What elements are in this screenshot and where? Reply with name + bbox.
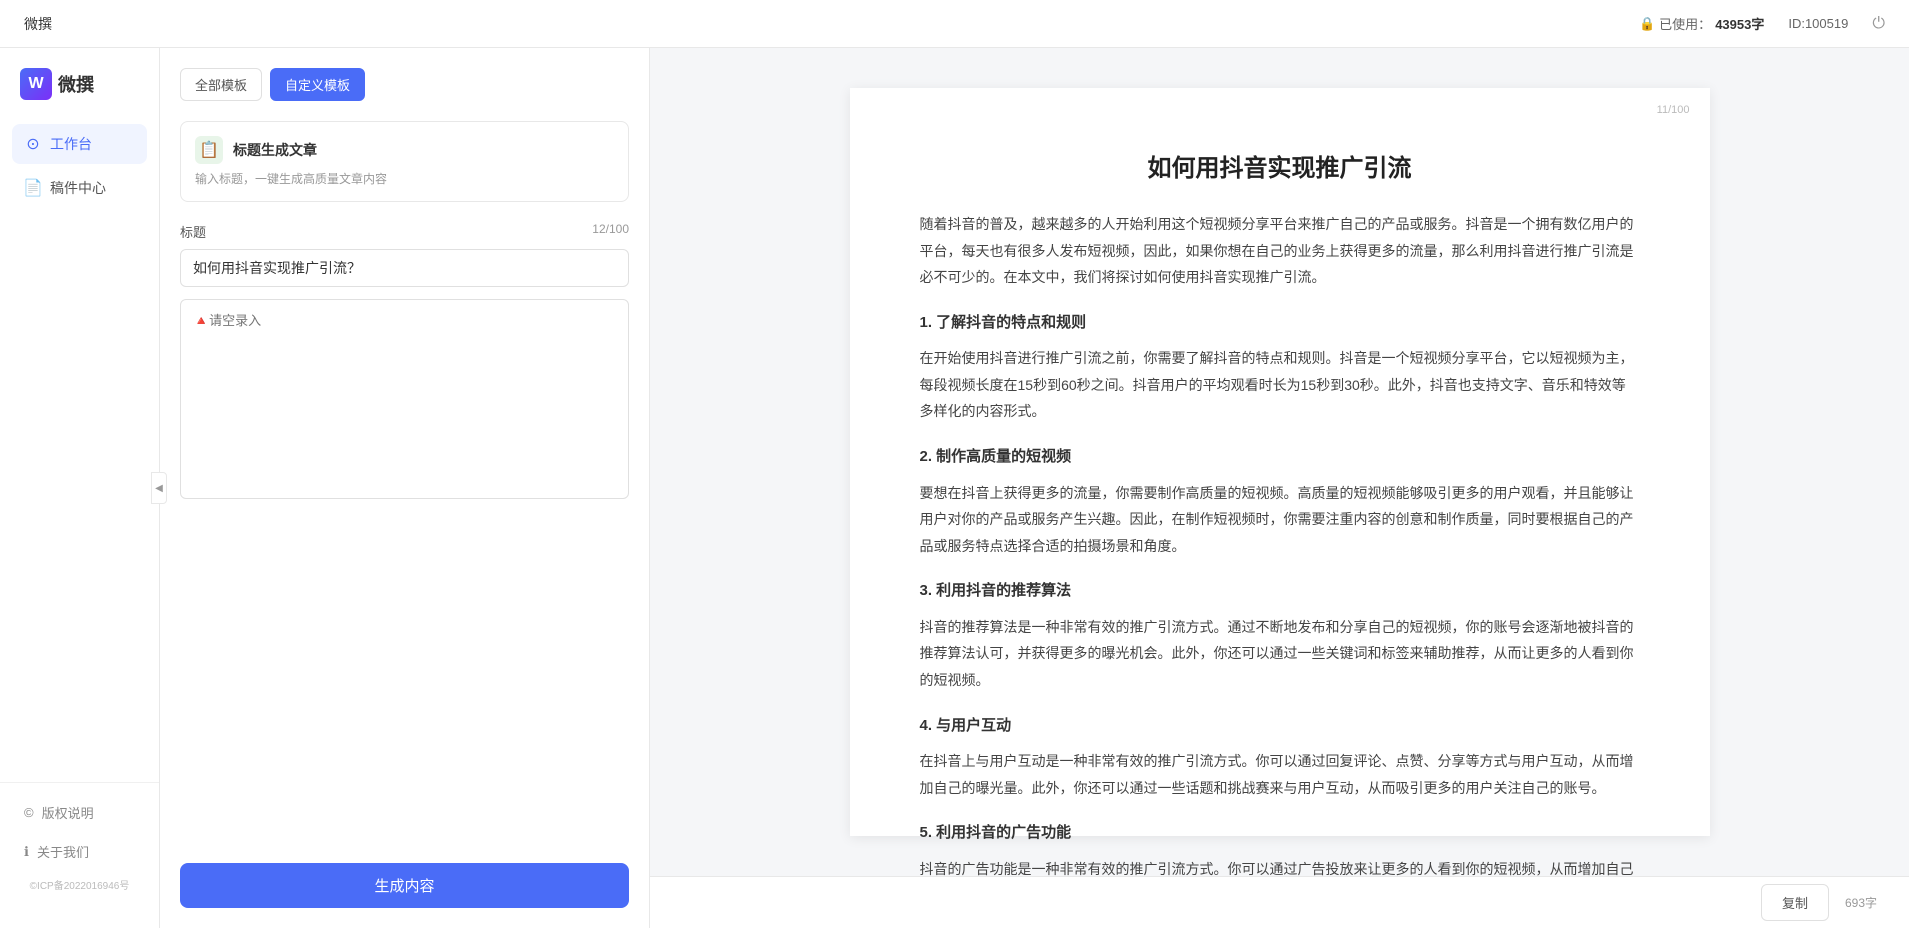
doc-paragraph: 抖音的推荐算法是一种非常有效的推广引流方式。通过不断地发布和分享自己的短视频，你… (920, 614, 1640, 694)
doc-footer: 复制 693字 (650, 876, 1909, 928)
main-layout: W 微撰 ⊙ 工作台 📄 稿件中心 © 版权说明 ℹ 关于我们 ©ICP备202… (0, 48, 1909, 928)
topbar-title: 微撰 (24, 14, 52, 34)
lock-icon: 🔒 (1639, 16, 1655, 32)
topbar-right: 🔒 已使用： 43953字 ID:100519 ⏻ (1639, 14, 1885, 33)
logo-icon: W (20, 68, 52, 100)
icp-text: ©ICP备2022016946号 (12, 873, 147, 896)
copyright-icon: © (24, 805, 34, 820)
copyright-label: 版权说明 (42, 803, 94, 822)
doc-page: 11/100 如何用抖音实现推广引流 随着抖音的普及，越来越多的人开始利用这个短… (850, 88, 1710, 836)
doc-body: 随着抖音的普及，越来越多的人开始利用这个短视频分享平台来推广自己的产品或服务。抖… (920, 211, 1640, 876)
sidebar-logo: W 微撰 (0, 68, 159, 124)
doc-paragraph: 在开始使用抖音进行推广引流之前，你需要了解抖音的特点和规则。抖音是一个短视频分享… (920, 345, 1640, 425)
template-card-icon: 📋 (195, 136, 223, 164)
topbar-id: ID:100519 (1788, 16, 1848, 31)
sidebar-item-about[interactable]: ℹ 关于我们 (12, 834, 147, 869)
doc-paragraph: 要想在抖音上获得更多的流量，你需要制作高质量的短视频。高质量的短视频能够吸引更多… (920, 480, 1640, 560)
right-panel: 11/100 如何用抖音实现推广引流 随着抖音的普及，越来越多的人开始利用这个短… (650, 48, 1909, 928)
logo-text: 微撰 (58, 71, 94, 97)
form-title-label: 标题 (180, 222, 206, 241)
content-area: 全部模板 自定义模板 📋 标题生成文章 输入标题，一键生成高质量文章内容 标题 … (160, 48, 1909, 928)
doc-heading: 2. 制作高质量的短视频 (920, 443, 1640, 472)
sidebar-collapse-toggle[interactable]: ◀ (151, 472, 167, 504)
template-card-title-article[interactable]: 📋 标题生成文章 输入标题，一键生成高质量文章内容 (180, 121, 629, 202)
sidebar-item-drafts[interactable]: 📄 稿件中心 (12, 168, 147, 208)
sidebar-item-workbench[interactable]: ⊙ 工作台 (12, 124, 147, 164)
sidebar-item-copyright[interactable]: © 版权说明 (12, 795, 147, 830)
left-panel: 全部模板 自定义模板 📋 标题生成文章 输入标题，一键生成高质量文章内容 标题 … (160, 48, 650, 928)
topbar: 微撰 🔒 已使用： 43953字 ID:100519 ⏻ (0, 0, 1909, 48)
copy-button[interactable]: 复制 (1761, 884, 1829, 921)
sidebar: W 微撰 ⊙ 工作台 📄 稿件中心 © 版权说明 ℹ 关于我们 ©ICP备202… (0, 48, 160, 928)
content-textarea[interactable] (180, 299, 629, 499)
workbench-icon: ⊙ (24, 135, 42, 153)
template-tabs: 全部模板 自定义模板 (180, 68, 629, 101)
doc-container: 11/100 如何用抖音实现推广引流 随着抖音的普及，越来越多的人开始利用这个短… (650, 48, 1909, 876)
tab-all-templates[interactable]: 全部模板 (180, 68, 262, 101)
sidebar-label-workbench: 工作台 (50, 134, 92, 154)
about-label: 关于我们 (37, 842, 89, 861)
doc-paragraph: 抖音的广告功能是一种非常有效的推广引流方式。你可以通过广告投放来让更多的人看到你… (920, 856, 1640, 876)
doc-heading: 4. 与用户互动 (920, 712, 1640, 741)
form-title-count: 12/100 (592, 222, 629, 241)
sidebar-label-drafts: 稿件中心 (50, 178, 106, 198)
generate-button[interactable]: 生成内容 (180, 863, 629, 908)
about-icon: ℹ (24, 844, 29, 860)
usage-label: 已使用： (1659, 14, 1711, 33)
word-count: 693字 (1845, 894, 1877, 911)
template-card-name: 标题生成文章 (233, 140, 317, 160)
doc-title: 如何用抖音实现推广引流 (920, 148, 1640, 183)
template-card-header: 📋 标题生成文章 (195, 136, 614, 164)
doc-page-num: 11/100 (1657, 104, 1690, 116)
form-title-label-row: 标题 12/100 (180, 222, 629, 241)
title-input[interactable] (180, 249, 629, 287)
sidebar-nav: ⊙ 工作台 📄 稿件中心 (0, 124, 159, 449)
doc-paragraph: 随着抖音的普及，越来越多的人开始利用这个短视频分享平台来推广自己的产品或服务。抖… (920, 211, 1640, 291)
doc-heading: 5. 利用抖音的广告功能 (920, 819, 1640, 848)
doc-heading: 3. 利用抖音的推荐算法 (920, 577, 1640, 606)
template-card-desc: 输入标题，一键生成高质量文章内容 (195, 170, 614, 187)
sidebar-bottom: © 版权说明 ℹ 关于我们 ©ICP备2022016946号 (0, 782, 159, 908)
usage-count: 43953字 (1715, 14, 1764, 33)
doc-paragraph: 在抖音上与用户互动是一种非常有效的推广引流方式。你可以通过回复评论、点赞、分享等… (920, 748, 1640, 801)
tab-custom-templates[interactable]: 自定义模板 (270, 68, 365, 101)
usage-display: 🔒 已使用： 43953字 (1639, 14, 1764, 33)
drafts-icon: 📄 (24, 179, 42, 197)
doc-heading: 1. 了解抖音的特点和规则 (920, 309, 1640, 338)
logout-icon[interactable]: ⏻ (1872, 15, 1885, 33)
